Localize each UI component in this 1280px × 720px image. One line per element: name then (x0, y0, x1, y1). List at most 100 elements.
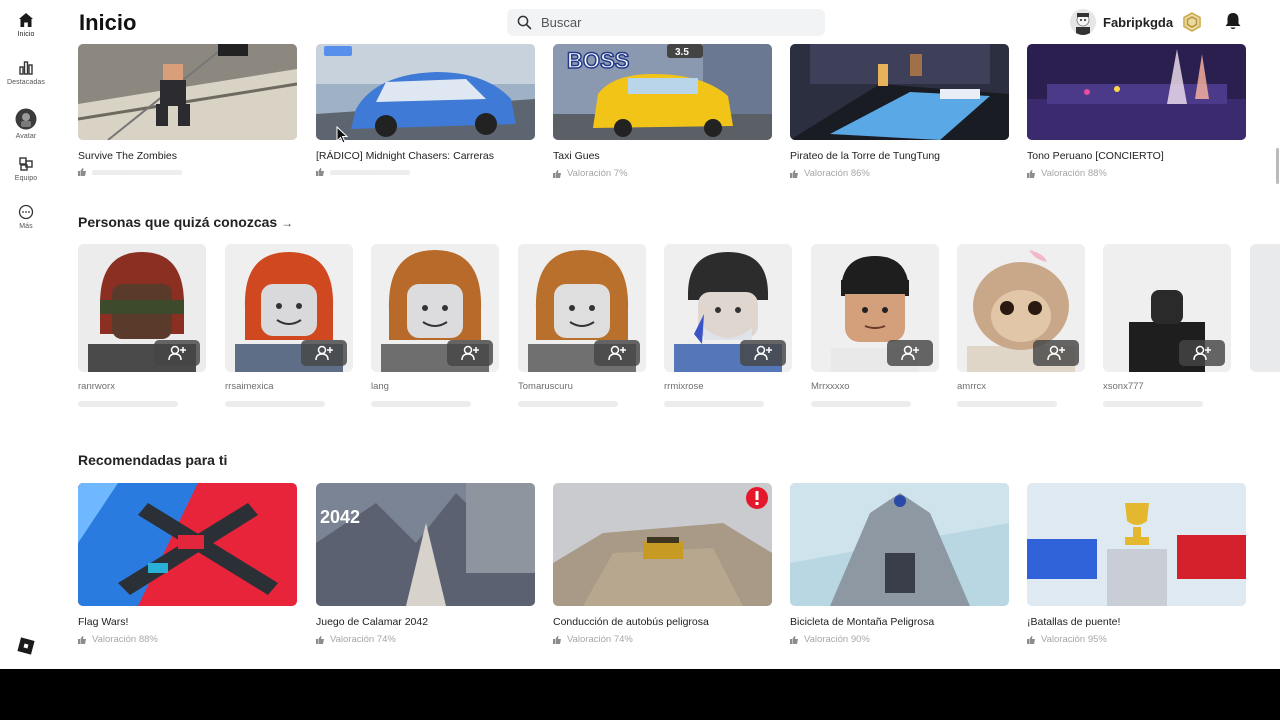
username[interactable]: Fabripkgda (1103, 15, 1173, 30)
person-avatar[interactable] (1250, 244, 1280, 372)
game-thumbnail[interactable] (1027, 483, 1246, 606)
game-rating (316, 168, 535, 176)
person-card[interactable]: rrsaimexica (225, 244, 353, 407)
sidebar-item-home[interactable]: Inicio (0, 12, 52, 56)
charts-icon (19, 61, 33, 75)
add-friend-button[interactable] (594, 340, 640, 366)
game-thumbnail[interactable] (790, 483, 1009, 606)
section-arrow-icon[interactable]: → (281, 216, 293, 230)
roblox-logo-icon[interactable] (17, 637, 35, 655)
person-status (371, 401, 471, 407)
game-title: Conducción de autobús peligrosa (553, 616, 709, 628)
search-input[interactable] (541, 15, 801, 30)
game-tile[interactable]: 2042 Juego de Calamar 2042 Valoración 74… (316, 483, 535, 645)
add-friend-icon (754, 345, 772, 361)
person-avatar[interactable] (78, 244, 206, 372)
game-rating: Valoración 74% (316, 634, 535, 645)
scrollbar[interactable] (1276, 148, 1279, 184)
person-avatar[interactable] (957, 244, 1085, 372)
game-title: ¡Batallas de puente! (1027, 616, 1121, 628)
person-status (1103, 401, 1203, 407)
game-title: [RÁDICO] Midnight Chasers: Carreras (316, 150, 494, 162)
game-thumbnail[interactable] (790, 44, 1009, 140)
person-avatar[interactable] (225, 244, 353, 372)
person-name: rrsaimexica (225, 381, 274, 392)
sidebar-item-label: Equipo (14, 175, 38, 182)
game-tile[interactable]: ¡Batallas de puente! Valoración 95% (1027, 483, 1246, 645)
game-title: Flag Wars! (78, 616, 129, 628)
game-thumbnail[interactable] (78, 483, 297, 606)
game-thumbnail[interactable] (1027, 44, 1246, 140)
person-avatar[interactable] (664, 244, 792, 372)
rating-text: Valoración 88% (92, 634, 158, 645)
add-friend-button[interactable] (740, 340, 786, 366)
game-rating: Valoración 74% (553, 634, 772, 645)
game-thumbnail[interactable]: BOSS 3.5 (553, 44, 772, 140)
person-name: Tomaruscuru (518, 381, 573, 392)
person-card[interactable]: rrmixrose (664, 244, 792, 407)
person-card[interactable]: Mrrxxxxo (811, 244, 939, 407)
notifications-bell-icon[interactable] (1224, 12, 1242, 31)
person-card[interactable]: lang (371, 244, 499, 407)
rating-text: Valoración 74% (567, 634, 633, 645)
add-friend-button[interactable] (301, 340, 347, 366)
thumbs-up-icon (790, 635, 798, 644)
game-thumbnail[interactable]: 2042 (316, 483, 535, 606)
sidebar-item-charts[interactable]: Destacadas (0, 60, 52, 104)
sidebar-item-label: Avatar (15, 133, 37, 140)
game-rating: Valoración 88% (1027, 168, 1246, 179)
thumb-badge-text: 3.5 (675, 47, 689, 58)
add-friend-button[interactable] (1179, 340, 1225, 366)
game-title: Pirateo de la Torre de TungTung (790, 150, 941, 162)
search-box[interactable] (507, 9, 825, 36)
sidebar-item-more[interactable]: Más (0, 204, 52, 248)
person-name: rrmixrose (664, 381, 704, 392)
game-rating: Valoración 7% (553, 168, 772, 179)
add-friend-icon (1047, 345, 1065, 361)
sidebar: Inicio Destacadas Avatar Equipo Más (0, 0, 52, 669)
person-avatar[interactable] (1103, 244, 1231, 372)
game-tile[interactable]: Bicicleta de Montaña Peligrosa Valoració… (790, 483, 1009, 645)
person-card[interactable]: amrrcx (957, 244, 1085, 407)
person-avatar[interactable] (518, 244, 646, 372)
recommended-games-row: Flag Wars! Valoración 88% 2042 Juego de … (78, 483, 1258, 645)
sidebar-item-avatar[interactable]: Avatar (0, 108, 52, 152)
person-avatar[interactable] (811, 244, 939, 372)
more-icon (18, 204, 34, 220)
add-friend-icon (461, 345, 479, 361)
person-name: Mrrxxxxo (811, 381, 850, 392)
add-friend-button[interactable] (887, 340, 933, 366)
thumbs-up-icon (553, 635, 561, 644)
home-icon (19, 13, 33, 27)
thumbs-up-icon (78, 168, 86, 176)
game-tile[interactable]: Flag Wars! Valoración 88% (78, 483, 297, 645)
user-profile[interactable]: Fabripkgda (1070, 8, 1202, 36)
rating-text: Valoración 7% (567, 168, 628, 179)
add-friend-button[interactable] (447, 340, 493, 366)
thumb-text: 2042 (320, 507, 360, 527)
robux-icon[interactable] (1182, 12, 1202, 32)
add-friend-button[interactable] (154, 340, 200, 366)
game-rating (78, 168, 297, 176)
rating-text: Valoración 74% (330, 634, 396, 645)
rating-text: Valoración 86% (804, 168, 870, 179)
avatar[interactable] (1070, 9, 1096, 35)
person-card-partial[interactable] (1250, 244, 1280, 372)
person-avatar[interactable] (371, 244, 499, 372)
person-card[interactable]: Tomaruscuru (518, 244, 646, 407)
game-rating: Valoración 88% (78, 634, 297, 645)
section-people-you-may-know[interactable]: Personas que quizá conozcas → (78, 214, 293, 230)
rating-text: Valoración 95% (1041, 634, 1107, 645)
add-friend-button[interactable] (1033, 340, 1079, 366)
game-thumbnail[interactable] (316, 44, 535, 140)
game-thumbnail[interactable] (553, 483, 772, 606)
game-thumbnail[interactable] (78, 44, 297, 140)
person-card[interactable]: xsonx777 (1103, 244, 1231, 407)
thumbs-up-icon (78, 635, 86, 644)
person-card[interactable]: ranrworx (78, 244, 206, 407)
app-window: Inicio Destacadas Avatar Equipo Más Inic… (0, 0, 1280, 669)
game-tile[interactable]: Conducción de autobús peligrosa Valoraci… (553, 483, 772, 645)
sidebar-item-team[interactable]: Equipo (0, 156, 52, 200)
top-bar: Inicio Fabripkgda (52, 0, 1280, 44)
people-carousel: ranrworx rrsaimexica lang Tomaruscuru rr… (78, 244, 1280, 414)
